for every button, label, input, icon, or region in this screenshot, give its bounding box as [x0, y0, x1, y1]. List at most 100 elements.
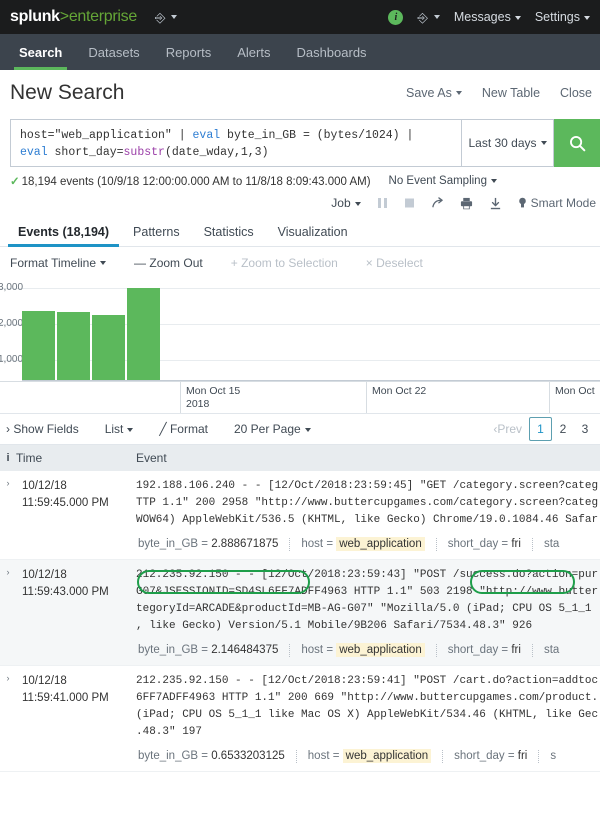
field-byte-in-gb[interactable]: byte_in_GB = 0.6533203125 [136, 749, 287, 763]
table-row[interactable]: › 10/12/18 11:59:41.000 PM 212.235.92.15… [0, 666, 600, 772]
time-range-picker[interactable]: Last 30 days [462, 119, 554, 167]
settings-menu[interactable]: Settings [535, 10, 590, 24]
column-header-event[interactable]: Event [136, 451, 600, 465]
timeline-x-axis: Mon Oct 15 2018 Mon Oct 22 Mon Oct [0, 381, 600, 413]
field-short-day[interactable]: short_day = fri [446, 537, 523, 551]
export-download-icon[interactable] [489, 197, 502, 210]
row-expander[interactable]: › [0, 471, 16, 559]
table-row[interactable]: › 10/12/18 11:59:43.000 PM 212.235.92.15… [0, 560, 600, 666]
logo-gt-text: > [60, 8, 69, 25]
field-short-day[interactable]: short_day = fri [446, 643, 523, 657]
chart-bar[interactable] [22, 311, 55, 381]
chevron-down-icon [100, 261, 106, 265]
splunk-logo[interactable]: splunk>enterprise [10, 8, 137, 26]
pagination-prev[interactable]: ‹ Prev [486, 414, 529, 444]
format-button[interactable]: ╱ Format [159, 422, 208, 436]
job-menu[interactable]: Job [331, 196, 360, 210]
save-as-button[interactable]: Save As [406, 86, 462, 100]
field-divider [289, 538, 290, 551]
save-as-label: Save As [406, 86, 452, 100]
share-icon[interactable] [431, 197, 444, 210]
event-clock: 11:59:41.000 PM [22, 690, 132, 707]
format-label: Format [170, 422, 208, 436]
chart-bar[interactable] [92, 315, 125, 381]
event-raw-line[interactable]: TTP 1.1" 200 2958 "http://www.buttercupg… [136, 495, 600, 512]
chevron-down-icon [434, 15, 440, 19]
nav-item-alerts[interactable]: Alerts [224, 34, 283, 70]
pause-icon[interactable] [377, 197, 388, 209]
field-host[interactable]: host = web_application [299, 537, 426, 551]
pagination-page-2[interactable]: 2 [552, 414, 574, 444]
row-expander[interactable]: › [0, 666, 16, 771]
field-divider [532, 644, 533, 657]
list-view-label: List [105, 422, 124, 436]
info-badge-icon[interactable]: i [388, 10, 403, 25]
tab-events[interactable]: Events (18,194) [6, 218, 121, 246]
zoom-out-label: Zoom Out [149, 256, 202, 270]
event-raw-line[interactable]: (iPad; CPU OS 5_1_1 like Mac OS X) Apple… [136, 707, 600, 724]
zoom-to-selection-prefix-icon: + [231, 256, 241, 270]
column-header-time[interactable]: Time [16, 451, 136, 465]
search-query-input[interactable]: host="web_application" | eval byte_in_GB… [10, 119, 462, 167]
row-expander[interactable]: › [0, 560, 16, 665]
field-truncated[interactable]: sta [542, 643, 561, 657]
per-page-menu[interactable]: 20 Per Page [234, 422, 311, 436]
messages-menu[interactable]: Messages [454, 10, 521, 24]
search-mode-selector[interactable]: Smart Mode [518, 196, 596, 210]
field-short-day[interactable]: short_day = fri [452, 749, 529, 763]
nav-item-search[interactable]: Search [6, 34, 75, 70]
pagination-page-3[interactable]: 3 [574, 414, 596, 444]
field-truncated[interactable]: sta [542, 537, 561, 551]
pagination-page-1[interactable]: 1 [529, 417, 552, 441]
logo-enterprise-text: enterprise [69, 8, 137, 25]
zoom-out-button[interactable]: — Zoom Out [134, 256, 203, 270]
pagination-prev-label: Prev [497, 422, 522, 436]
field-value: web_application [336, 643, 424, 657]
chart-bar[interactable] [127, 288, 160, 381]
print-icon[interactable] [460, 197, 473, 210]
stop-icon[interactable] [404, 197, 415, 209]
field-byte-in-gb[interactable]: byte_in_GB = 2.146484375 [136, 643, 280, 657]
format-timeline-menu[interactable]: Format Timeline [10, 256, 106, 270]
event-raw-line[interactable]: 212.235.92.150 - - [12/Oct/2018:23:59:41… [136, 673, 600, 690]
event-raw-line[interactable]: WOW64) AppleWebKit/536.5 (KHTML, like Ge… [136, 512, 600, 529]
zoom-to-selection-button[interactable]: + Zoom to Selection [231, 256, 338, 270]
show-fields-button[interactable]: › Show Fields [6, 422, 79, 436]
event-raw-line[interactable]: , like Gecko) Version/5.1 Mobile/9B206 S… [136, 618, 600, 635]
field-host[interactable]: host = web_application [299, 643, 426, 657]
tab-visualization[interactable]: Visualization [266, 218, 360, 246]
deselect-button[interactable]: × Deselect [366, 256, 423, 270]
app-selector[interactable]: ⎆ [155, 11, 177, 24]
run-search-button[interactable] [554, 119, 600, 167]
query-keyword-eval: eval [193, 129, 221, 142]
event-raw-line[interactable]: .48.3" 197 [136, 724, 600, 741]
timeline-chart[interactable]: 3,000 2,000 1,000 [0, 276, 600, 381]
field-value: fri [511, 538, 521, 550]
job-toolbar: Job Smart Mode [0, 188, 600, 218]
tab-patterns[interactable]: Patterns [121, 218, 192, 246]
event-raw-line[interactable]: 212.235.92.150 - - [12/Oct/2018:23:59:43… [136, 567, 600, 584]
event-raw-line[interactable]: 6FF7ADFF4963 HTTP 1.1" 200 669 "http://w… [136, 690, 600, 707]
activity-flag-button[interactable]: ⎆ [417, 11, 439, 24]
nav-item-reports[interactable]: Reports [153, 34, 225, 70]
chart-bar[interactable] [57, 312, 90, 381]
nav-item-dashboards[interactable]: Dashboards [283, 34, 379, 70]
event-raw-line[interactable]: 192.188.106.240 - - [12/Oct/2018:23:59:4… [136, 478, 600, 495]
field-truncated[interactable]: s [548, 749, 558, 763]
nav-item-datasets[interactable]: Datasets [75, 34, 152, 70]
tab-statistics[interactable]: Statistics [192, 218, 266, 246]
y-tick-label-3000: 3,000 [0, 282, 23, 293]
new-table-button[interactable]: New Table [482, 86, 540, 100]
chevron-right-icon: › [7, 568, 10, 665]
list-view-menu[interactable]: List [105, 422, 134, 436]
event-raw-line[interactable]: G07&JSESSIONID=SD4SL6FF7ADFF4963 HTTP 1.… [136, 584, 600, 601]
chevron-down-icon [355, 202, 361, 206]
event-sampling-menu[interactable]: No Event Sampling [389, 175, 497, 187]
event-raw-line[interactable]: tegoryId=ARCADE&productId=MB-AG-G07" "Mo… [136, 601, 600, 618]
field-byte-in-gb[interactable]: byte_in_GB = 2.888671875 [136, 537, 280, 551]
table-row[interactable]: › 10/12/18 11:59:45.000 PM 192.188.106.2… [0, 471, 600, 560]
close-button[interactable]: Close [560, 86, 592, 100]
page-actions: Save As New Table Close [406, 86, 592, 100]
event-time: 10/12/18 11:59:41.000 PM [16, 666, 136, 771]
field-host[interactable]: host = web_application [306, 749, 433, 763]
